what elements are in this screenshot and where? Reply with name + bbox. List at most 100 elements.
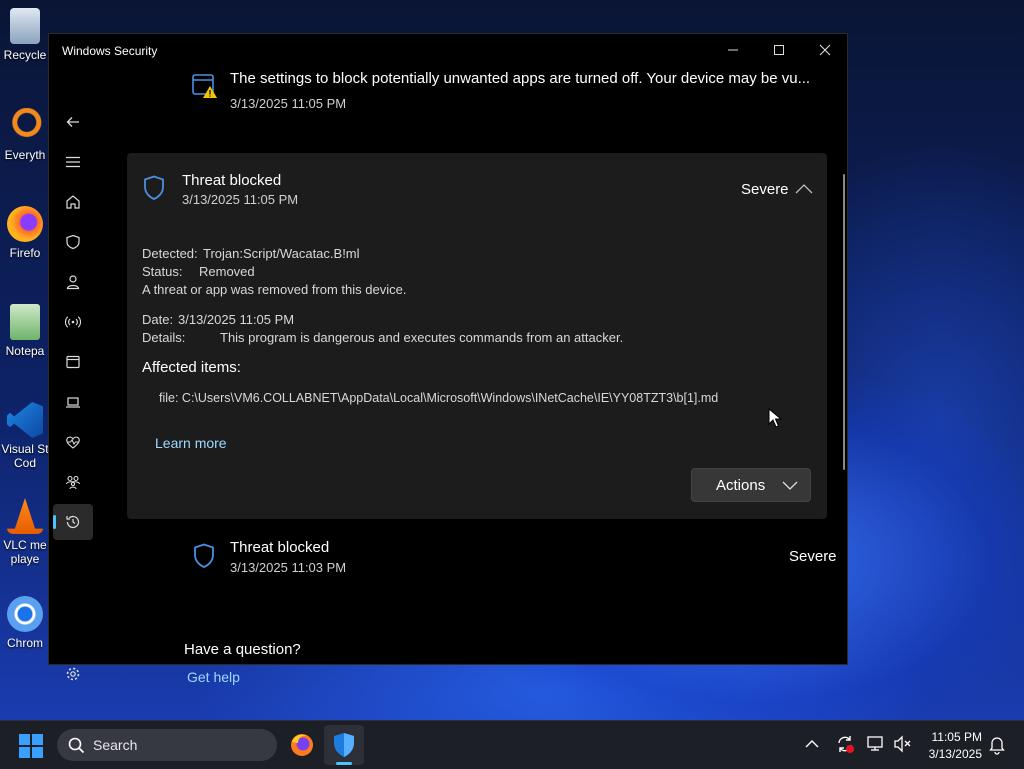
back-button[interactable]	[53, 104, 93, 140]
title-bar[interactable]: Windows Security	[49, 34, 847, 66]
nav-family-options[interactable]	[53, 464, 93, 500]
chevron-up-icon	[805, 740, 819, 748]
history-item-date: 3/13/2025 11:05 PM	[230, 96, 347, 111]
nav-device-security[interactable]	[53, 384, 93, 420]
person-icon	[66, 275, 80, 290]
gear-icon	[66, 667, 80, 681]
nav-app-browser-control[interactable]	[53, 344, 93, 380]
desktop-firefox[interactable]: Firefo	[0, 206, 50, 260]
home-icon	[66, 195, 80, 209]
close-button[interactable]	[802, 34, 848, 66]
threat-date: 3/13/2025 11:05 PM	[182, 192, 299, 207]
date-value: 3/13/2025 11:05 PM	[178, 312, 295, 327]
clock-time: 11:05 PM	[931, 730, 982, 744]
family-icon	[65, 475, 81, 490]
desktop-recycle-bin[interactable]: Recycle	[0, 8, 50, 62]
desktop-vlc[interactable]: VLC me playe	[0, 498, 50, 566]
detected-label: Detected:	[142, 246, 198, 261]
vlc-cone-icon	[7, 498, 43, 534]
tray-network[interactable]	[866, 735, 886, 758]
get-help-link[interactable]: Get help	[187, 669, 240, 685]
threat-item-header[interactable]: Threat blocked 3/13/2025 11:05 PM Severe	[127, 153, 827, 213]
firefox-icon	[7, 206, 43, 242]
chevron-down-icon	[782, 481, 798, 490]
hamburger-menu-icon	[66, 156, 80, 168]
show-hidden-icons-button[interactable]	[804, 737, 820, 756]
nav-protection-history[interactable]	[53, 504, 93, 540]
mouse-cursor-icon	[768, 408, 782, 428]
taskbar-search-box[interactable]: Search	[57, 729, 277, 761]
clock-date: 3/13/2025	[928, 747, 982, 761]
nav-device-performance[interactable]	[53, 424, 93, 460]
start-button[interactable]	[18, 733, 44, 764]
windows-security-window: Windows Security The settings to block p…	[48, 33, 848, 685]
tray-sync-status[interactable]	[835, 734, 855, 759]
content-scrollbar[interactable]	[843, 174, 845, 470]
bell-icon	[989, 737, 1005, 755]
side-navigation	[49, 66, 97, 681]
laptop-icon	[66, 397, 80, 408]
nav-home[interactable]	[53, 184, 93, 220]
network-monitor-icon	[867, 736, 883, 751]
heart-pulse-icon	[66, 436, 80, 449]
actions-label: Actions	[716, 476, 766, 494]
desktop-everything[interactable]: Everyth	[0, 108, 50, 162]
minimize-icon	[728, 49, 738, 51]
status-value: Removed	[199, 264, 255, 279]
shield-icon	[144, 175, 164, 200]
nav-account-protection[interactable]	[53, 264, 93, 300]
status-label: Status:	[142, 264, 183, 279]
windows-logo-icon	[19, 734, 43, 758]
desktop-chrome[interactable]: Chrom	[0, 596, 50, 650]
actions-dropdown-button[interactable]: Actions	[691, 468, 811, 502]
tray-clock[interactable]: 11:05 PM 3/13/2025	[922, 730, 982, 761]
nav-settings[interactable]	[53, 656, 93, 692]
taskbar-firefox[interactable]	[289, 732, 315, 763]
chrome-icon	[7, 596, 43, 632]
detected-value: Trojan:Script/Wacatac.B!ml	[203, 246, 360, 261]
affected-file-path: file: C:\Users\VM6.COLLABNET\AppData\Loc…	[159, 391, 719, 405]
back-arrow-icon	[66, 117, 79, 127]
threat-title: Threat blocked	[230, 539, 330, 556]
search-placeholder: Search	[93, 737, 138, 753]
notepad-icon	[10, 304, 40, 340]
active-app-indicator	[336, 762, 352, 765]
shield-icon	[194, 543, 214, 568]
threat-title: Threat blocked	[182, 172, 282, 189]
history-clock-icon	[66, 515, 80, 529]
chevron-up-icon	[795, 184, 813, 194]
maximize-button[interactable]	[756, 34, 802, 66]
maximize-icon	[774, 45, 784, 55]
date-label: Date:	[142, 312, 174, 327]
vscode-icon	[7, 402, 43, 438]
taskbar-windows-security[interactable]	[324, 725, 364, 765]
desktop-vscode[interactable]: Visual St Cod	[0, 402, 50, 470]
sync-error-icon	[838, 736, 854, 753]
learn-more-link[interactable]: Learn more	[155, 435, 227, 451]
app-window-icon	[66, 355, 80, 369]
shield-icon	[66, 234, 80, 250]
app-window-warning-icon	[192, 74, 217, 98]
severity-badge: Severe	[789, 548, 837, 565]
tray-volume[interactable]	[893, 735, 913, 758]
status-message: A threat or app was removed from this de…	[142, 282, 407, 297]
nav-firewall-network[interactable]	[53, 304, 93, 340]
windows-security-shield-icon	[334, 733, 354, 757]
recycle-bin-icon	[10, 8, 40, 44]
desktop-notepad[interactable]: Notepa	[0, 304, 50, 358]
history-item-threat-expanded: Threat blocked 3/13/2025 11:05 PM Severe…	[127, 153, 827, 519]
volume-muted-icon	[894, 735, 911, 753]
menu-button[interactable]	[53, 144, 93, 180]
firefox-icon	[291, 734, 313, 756]
everything-search-icon	[7, 108, 43, 144]
minimize-button[interactable]	[710, 34, 756, 66]
affected-items-heading: Affected items:	[142, 359, 241, 376]
help-question-heading: Have a question?	[184, 641, 301, 658]
notifications-button[interactable]	[988, 735, 1006, 760]
history-item-title: The settings to block potentially unwant…	[230, 70, 811, 87]
window-title: Windows Security	[62, 44, 158, 58]
taskbar: Search 11:05 PM 3/13/2025	[0, 720, 1024, 769]
details-value: This program is dangerous and executes c…	[220, 330, 624, 345]
nav-virus-protection[interactable]	[53, 224, 93, 260]
wireless-signal-icon	[65, 316, 81, 328]
